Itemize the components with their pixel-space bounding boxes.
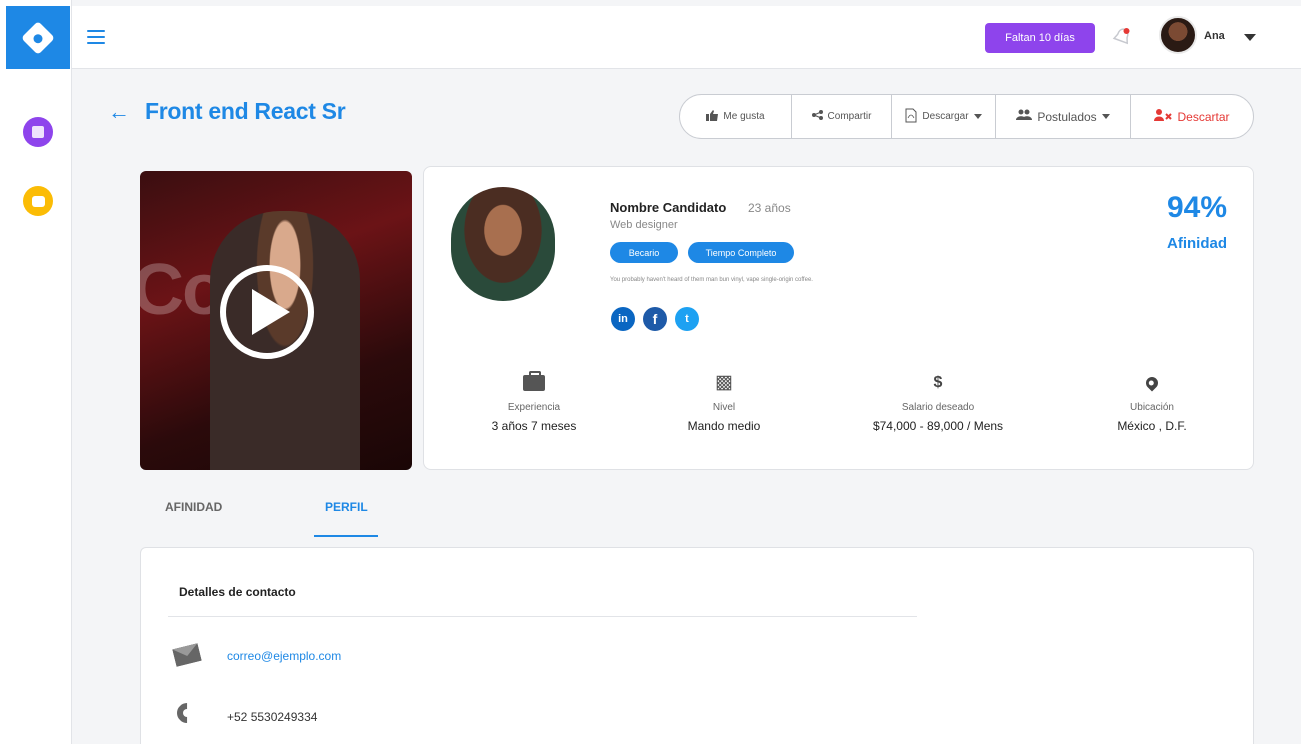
contact-email[interactable]: correo@ejemplo.com: [227, 649, 341, 663]
candidate-profile-card: Nombre Candidato 23 años Web designer Be…: [423, 166, 1254, 470]
stat-label: Salario deseado: [901, 402, 975, 413]
like-button[interactable]: Me gusta: [680, 95, 792, 138]
action-toolbar: Me gusta Compartir Descargar Postulados …: [679, 94, 1254, 139]
tag-becario: Becario: [610, 242, 678, 263]
users-icon: [1016, 109, 1033, 124]
user-avatar[interactable]: [1159, 16, 1197, 54]
facebook-icon[interactable]: f: [643, 307, 667, 331]
stat-experience: Experiencia 3 años 7 meses: [454, 371, 614, 433]
app-logo[interactable]: [6, 6, 70, 69]
stat-label: Nivel: [712, 402, 736, 413]
candidate-name: Nombre Candidato: [610, 200, 727, 215]
trial-days-button[interactable]: Faltan 10 días: [985, 23, 1095, 53]
play-icon: [252, 289, 290, 335]
stat-level: ▩ Nivel Mando medio: [644, 372, 804, 433]
thumbs-up-icon: [706, 109, 719, 124]
active-tab-indicator: [314, 535, 378, 537]
cubes-icon: ▩: [715, 372, 733, 393]
briefcase-icon: [523, 371, 545, 391]
logo-diamond-icon: [21, 20, 55, 55]
discard-button[interactable]: Descartar: [1131, 95, 1253, 138]
like-label: Me gusta: [723, 111, 765, 122]
user-menu-caret-icon[interactable]: [1244, 34, 1256, 41]
stat-value: $74,000 - 89,000 / Mens: [872, 419, 1004, 433]
twitter-icon[interactable]: t: [675, 307, 699, 331]
bell-icon[interactable]: [1112, 26, 1132, 48]
location-pin-icon: [1143, 374, 1161, 392]
stat-label: Experiencia: [507, 402, 561, 413]
phone-icon: [172, 698, 202, 728]
briefcase-icon: [31, 195, 45, 207]
stat-value: México , D.F.: [1117, 419, 1187, 433]
contact-details-card: Detalles de contacto correo@ejemplo.com …: [140, 547, 1254, 744]
candidate-role: Web designer: [610, 219, 678, 231]
linkedin-icon[interactable]: in: [611, 307, 635, 331]
candidate-bio: You probably haven't heard of them man b…: [610, 277, 813, 283]
hamburger-menu-icon[interactable]: [87, 30, 105, 44]
envelope-icon: [173, 643, 201, 667]
stat-value: Mando medio: [687, 419, 761, 433]
rail-buildings-button[interactable]: [23, 117, 53, 147]
stat-location: Ubicación México , D.F.: [1072, 372, 1232, 433]
contact-divider: [168, 616, 917, 617]
affinity-percent: 94%: [1166, 191, 1227, 224]
dollar-icon: $: [933, 374, 943, 391]
tag-tiempo-completo: Tiempo Completo: [688, 242, 794, 263]
left-rail: [0, 0, 72, 744]
user-remove-icon: [1154, 109, 1173, 124]
chevron-down-icon: [973, 114, 982, 119]
candidate-video[interactable]: Coa: [140, 171, 412, 470]
rail-briefcase-button[interactable]: [23, 186, 53, 216]
play-button[interactable]: [220, 265, 314, 359]
applicants-label: Postulados: [1037, 109, 1097, 124]
stat-salary: $ Salario deseado $74,000 - 89,000 / Men…: [858, 372, 1018, 433]
candidate-photo: [451, 187, 555, 301]
user-name[interactable]: Ana: [1204, 30, 1225, 42]
page-title: Front end React Sr: [145, 98, 346, 124]
candidate-age: 23 años: [748, 201, 791, 215]
building-icon: [32, 126, 44, 138]
applicants-dropdown[interactable]: Postulados: [996, 95, 1131, 138]
back-arrow-icon[interactable]: ←: [108, 101, 130, 123]
tab-profile[interactable]: PERFIL: [325, 500, 368, 514]
chevron-down-icon: [1101, 114, 1110, 119]
contact-phone: +52 5530249334: [227, 710, 318, 724]
share-icon: [811, 110, 823, 123]
download-label: Descargar: [922, 111, 969, 122]
share-button[interactable]: Compartir: [792, 95, 892, 138]
tab-affinity[interactable]: AFINIDAD: [165, 500, 222, 514]
stat-label: Ubicación: [1130, 402, 1174, 413]
download-dropdown[interactable]: Descargar: [892, 95, 996, 138]
affinity-label: Afinidad: [1167, 235, 1227, 252]
share-label: Compartir: [827, 111, 872, 122]
pdf-icon: [905, 108, 917, 126]
discard-label: Descartar: [1177, 109, 1230, 124]
top-bar: Faltan 10 días Ana: [72, 6, 1301, 69]
contact-title: Detalles de contacto: [179, 585, 296, 599]
stat-value: 3 años 7 meses: [491, 419, 577, 433]
